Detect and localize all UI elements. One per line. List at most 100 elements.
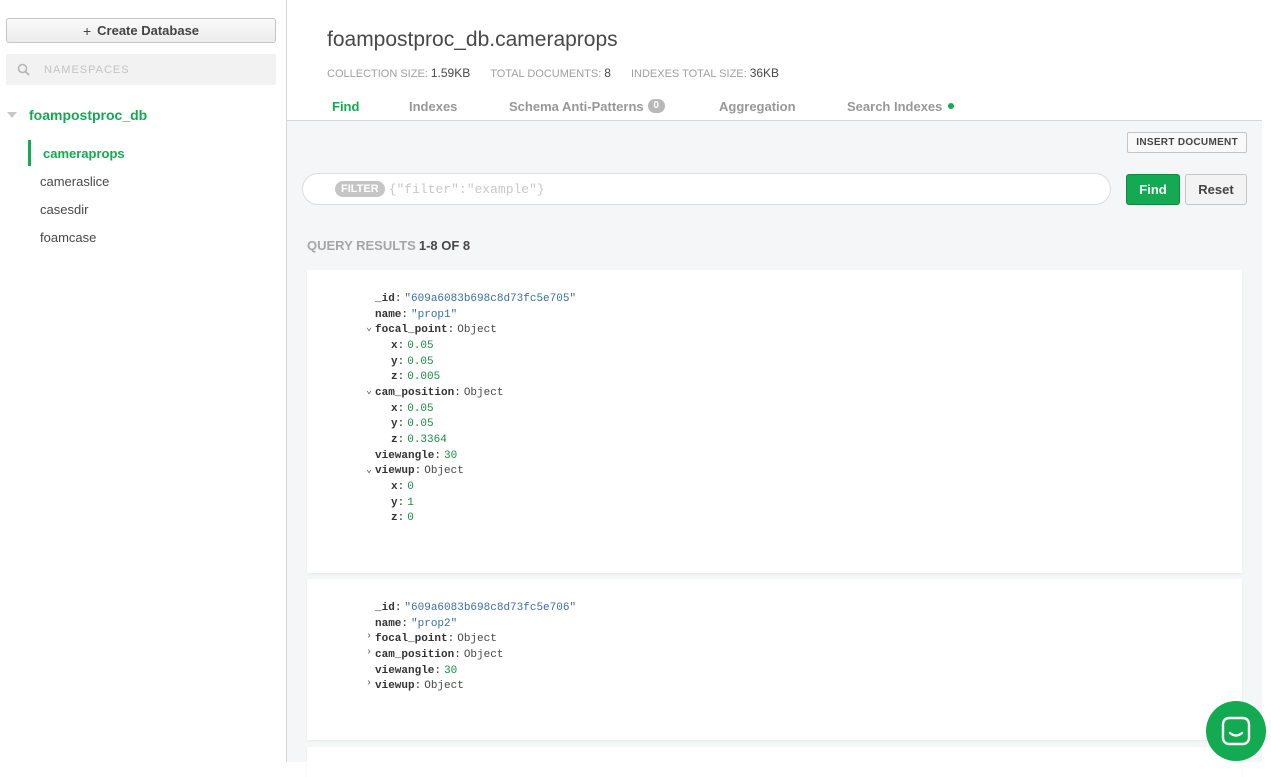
field-key: y (391, 418, 398, 431)
plus-icon: + (82, 22, 92, 39)
caret-down-icon[interactable] (7, 112, 17, 118)
chevron-down-icon[interactable]: ⌄ (364, 322, 374, 334)
field-row: x:0 (391, 481, 414, 494)
chevron-down-icon[interactable]: ⌄ (364, 385, 374, 397)
field-row: › cam_position: Object (364, 647, 504, 661)
filter-input[interactable] (388, 181, 1069, 197)
field-row: y:1 (391, 496, 414, 509)
tab-search-indexes-label: Search Indexes (847, 98, 943, 114)
stat-value: 1.59KB (430, 66, 471, 80)
field-row: _id: "609a6083b698c8d73fc5e706" (375, 601, 577, 614)
chat-support-button[interactable] (1206, 701, 1266, 761)
field-key: y (391, 496, 398, 509)
namespace-search-input[interactable] (40, 63, 260, 76)
field-row: › viewup: Object (364, 678, 464, 693)
stat-label: TOTAL DOCUMENTS: (490, 68, 602, 80)
field-key: y (391, 355, 398, 368)
query-results-label: QUERY RESULTS 1-8 OF 8 (307, 238, 470, 253)
tab-indexes[interactable]: Indexes (409, 92, 457, 120)
field-value: Object (457, 633, 497, 646)
results-range: 1-8 OF 8 (418, 238, 471, 253)
field-key: x (391, 339, 398, 352)
field-key: viewangle (375, 449, 435, 462)
main-panel: foampostproc_db.cameraprops COLLECTION S… (287, 0, 1271, 777)
namespace-search (6, 54, 276, 85)
field-key: cam_position (375, 648, 455, 661)
field-key: viewangle (375, 664, 435, 677)
field-value: "prop1" (411, 308, 458, 321)
sidebar: + Create Database foampostproc_db camera… (0, 0, 287, 762)
collection-list: cameraprops cameraslice casesdir foamcas… (0, 139, 286, 251)
field-value: 0.005 (407, 371, 441, 384)
field-row: ⌄ viewup: Object (364, 464, 464, 478)
tab-schema-label: Schema Anti-Patterns (509, 98, 644, 114)
field-value: 0 (407, 481, 414, 494)
field-row: y:0.05 (391, 355, 434, 368)
document-fields: _id: "609a6083b698c8d73fc5e706" name: "pro… (365, 600, 576, 694)
stat-label: INDEXES TOTAL SIZE: (630, 68, 747, 80)
field-row: name: "prop1" (375, 308, 458, 321)
field-value: 0.05 (407, 355, 434, 368)
field-value: Object (457, 324, 497, 337)
field-value: 30 (444, 449, 458, 462)
document-card[interactable] (307, 747, 1242, 777)
document-card[interactable]: _id: "609a6083b698c8d73fc5e705" name: "pro… (307, 270, 1242, 573)
field-value: 0.05 (407, 339, 434, 352)
field-key: _id (375, 601, 395, 614)
stat-indexes-size: INDEXES TOTAL SIZE: 36KB (631, 66, 779, 80)
field-row: x:0.05 (391, 402, 434, 415)
tab-find[interactable]: Find (332, 92, 359, 120)
field-value: 0 (407, 512, 414, 525)
field-value: Object (463, 648, 504, 661)
sidebar-item-casesdir[interactable]: casesdir (0, 195, 286, 223)
stat-total-documents: TOTAL DOCUMENTS: 8 (490, 66, 611, 80)
field-row: ⌄ cam_position: Object (364, 385, 504, 399)
find-button[interactable]: Find (1126, 174, 1180, 205)
chevron-down-icon[interactable]: ⌄ (364, 464, 374, 476)
field-key: z (391, 512, 398, 525)
sidebar-item-cameraslice[interactable]: cameraslice (0, 167, 286, 195)
field-key: x (391, 402, 398, 415)
field-key: x (391, 481, 398, 494)
field-row: x:0.05 (391, 339, 434, 352)
page-title: foampostproc_db.cameraprops (327, 28, 618, 51)
field-value: Object (424, 680, 464, 693)
insert-document-button[interactable]: INSERT DOCUMENT (1127, 132, 1247, 153)
sidebar-item-foamcase[interactable]: foamcase (0, 223, 286, 251)
field-row: › focal_point: Object (364, 631, 497, 646)
field-value: "prop2" (411, 617, 458, 630)
field-value: Object (424, 465, 464, 478)
field-row: z:0.3364 (391, 434, 447, 447)
field-key: name (375, 617, 402, 630)
field-value: 0.05 (407, 418, 434, 431)
sidebar-item-cameraprops[interactable]: cameraprops (0, 139, 286, 167)
chevron-right-icon[interactable]: › (364, 678, 374, 689)
field-value: 1 (407, 496, 414, 509)
create-database-button[interactable]: + Create Database (6, 18, 276, 43)
reset-button[interactable]: Reset (1185, 174, 1247, 205)
schema-count-badge: 0 (647, 99, 665, 113)
field-value: "609a6083b698c8d73fc5e705" (404, 292, 577, 305)
field-row: y:0.05 (391, 418, 434, 431)
field-row: _id: "609a6083b698c8d73fc5e705" (375, 292, 577, 305)
field-value: Object (463, 386, 504, 399)
filter-label: FILTER (335, 181, 385, 197)
field-key: z (391, 434, 398, 447)
search-icon (6, 63, 40, 76)
chevron-right-icon[interactable]: › (364, 631, 374, 642)
document-card[interactable]: _id: "609a6083b698c8d73fc5e706" name: "pro… (307, 579, 1242, 740)
status-dot-icon (948, 103, 955, 109)
chevron-right-icon[interactable]: › (364, 647, 374, 658)
tab-aggregation[interactable]: Aggregation (719, 92, 796, 120)
field-row: z:0.005 (391, 371, 441, 384)
filter-bar: FILTER (302, 173, 1111, 205)
tab-schema-anti-patterns[interactable]: Schema Anti-Patterns 0 (509, 92, 665, 120)
field-key: focal_point (375, 633, 448, 646)
collection-stats: COLLECTION SIZE: 1.59KB TOTAL DOCUMENTS: 8… (327, 66, 799, 80)
field-key: viewup (375, 680, 415, 693)
sidebar-database-item[interactable]: foampostproc_db (0, 104, 286, 126)
field-value: 0.05 (407, 402, 434, 415)
tab-search-indexes[interactable]: Search Indexes (847, 92, 955, 120)
results-label: QUERY RESULTS (307, 238, 416, 253)
stat-value: 36KB (749, 66, 780, 80)
